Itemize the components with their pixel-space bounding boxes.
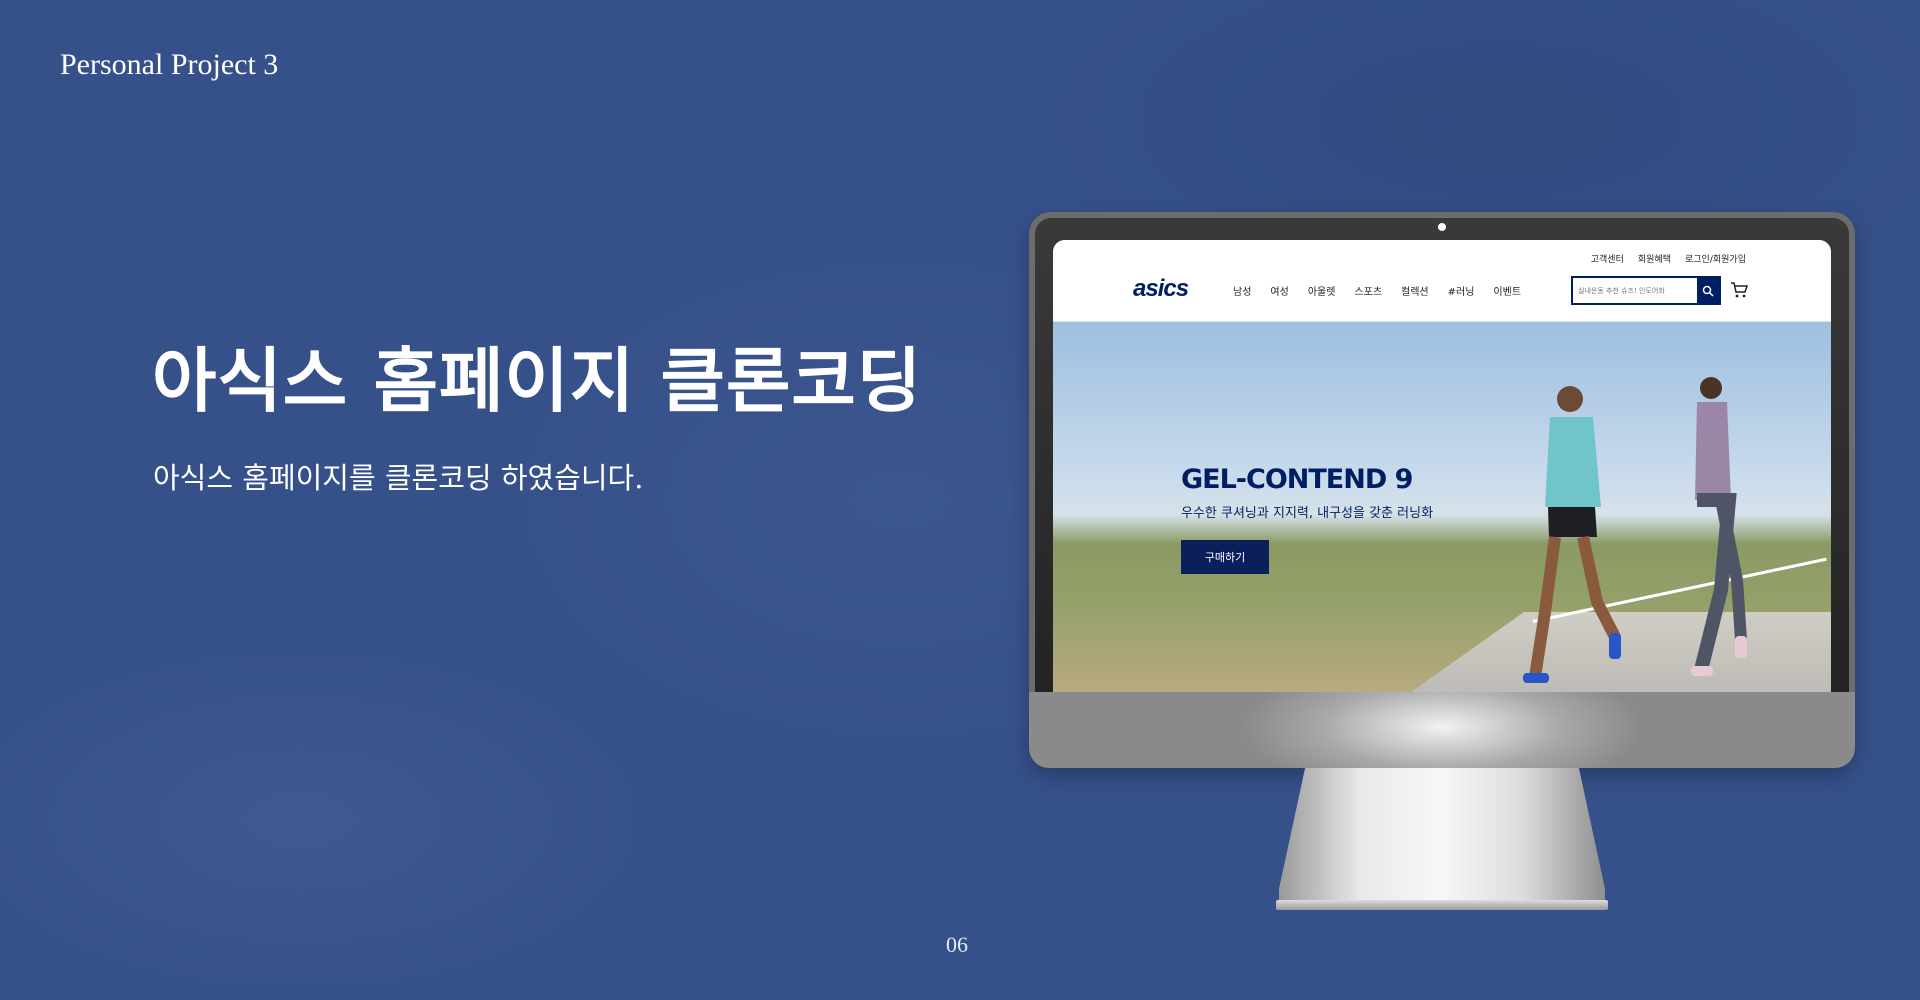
search-input[interactable] xyxy=(1573,278,1697,303)
site-header: 고객센터 회원혜택 로그인/회원가입 asics 남성 여성 아울렛 스포츠 컬… xyxy=(1053,240,1831,322)
search-icon[interactable] xyxy=(1697,278,1719,303)
camera-dot xyxy=(1438,223,1446,231)
hero-banner: GEL-CONTEND 9 우수한 쿠셔닝과 지지력, 내구성을 갖춘 러닝화 … xyxy=(1053,322,1831,692)
buy-button[interactable]: 구매하기 xyxy=(1181,540,1269,574)
page-number: 06 xyxy=(946,932,968,957)
cart-icon[interactable] xyxy=(1729,280,1749,300)
monitor-screen: 고객센터 회원혜택 로그인/회원가입 asics 남성 여성 아울렛 스포츠 컬… xyxy=(1053,240,1831,692)
search-box xyxy=(1571,276,1721,305)
nav-men[interactable]: 남성 xyxy=(1233,283,1251,298)
monitor-chin xyxy=(1029,692,1855,768)
asics-logo[interactable]: asics xyxy=(1133,275,1189,303)
nav-sports[interactable]: 스포츠 xyxy=(1354,283,1382,298)
nav-women[interactable]: 여성 xyxy=(1270,283,1288,298)
main-nav: 남성 여성 아울렛 스포츠 컬렉션 #러닝 이벤트 xyxy=(1233,283,1521,298)
nav-event[interactable]: 이벤트 xyxy=(1493,283,1521,298)
util-link-support[interactable]: 고객센터 xyxy=(1591,252,1624,265)
util-link-benefits[interactable]: 회원혜택 xyxy=(1638,252,1671,265)
nav-collection[interactable]: 컬렉션 xyxy=(1401,283,1429,298)
runner-female xyxy=(1691,377,1747,676)
monitor-stand-base xyxy=(1276,900,1608,910)
hero-subtitle: 우수한 쿠셔닝과 지지력, 내구성을 갖춘 러닝화 xyxy=(1181,506,1434,521)
utility-nav: 고객센터 회원혜택 로그인/회원가입 xyxy=(1591,252,1746,265)
page-title: 아식스 홈페이지 클론코딩 xyxy=(152,340,923,422)
nav-outlet[interactable]: 아울렛 xyxy=(1308,283,1336,298)
runner-male xyxy=(1523,386,1621,683)
monitor-mockup: 고객센터 회원혜택 로그인/회원가입 asics 남성 여성 아울렛 스포츠 컬… xyxy=(1029,212,1855,768)
hero-title: GEL-CONTEND 9 xyxy=(1181,464,1413,495)
util-link-login[interactable]: 로그인/회원가입 xyxy=(1685,252,1746,265)
monitor-stand xyxy=(1279,768,1605,910)
nav-running[interactable]: #러닝 xyxy=(1448,283,1475,298)
project-label: Personal Project 3 xyxy=(60,48,279,81)
page-subtitle: 아식스 홈페이지를 클론코딩 하였습니다. xyxy=(153,461,644,495)
